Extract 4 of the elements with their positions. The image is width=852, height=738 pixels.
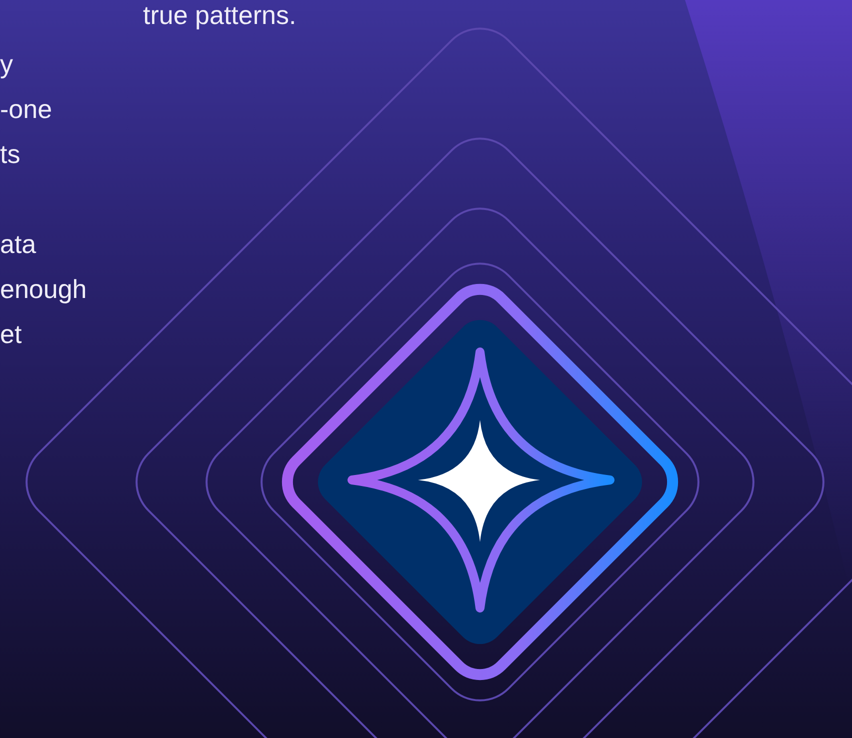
intro-text: true patterns. [143, 0, 298, 30]
body-paragraph: ata enough et [0, 228, 87, 351]
body-paragraph: y -one ts [0, 48, 52, 171]
sparkle-logo-icon [282, 284, 678, 680]
